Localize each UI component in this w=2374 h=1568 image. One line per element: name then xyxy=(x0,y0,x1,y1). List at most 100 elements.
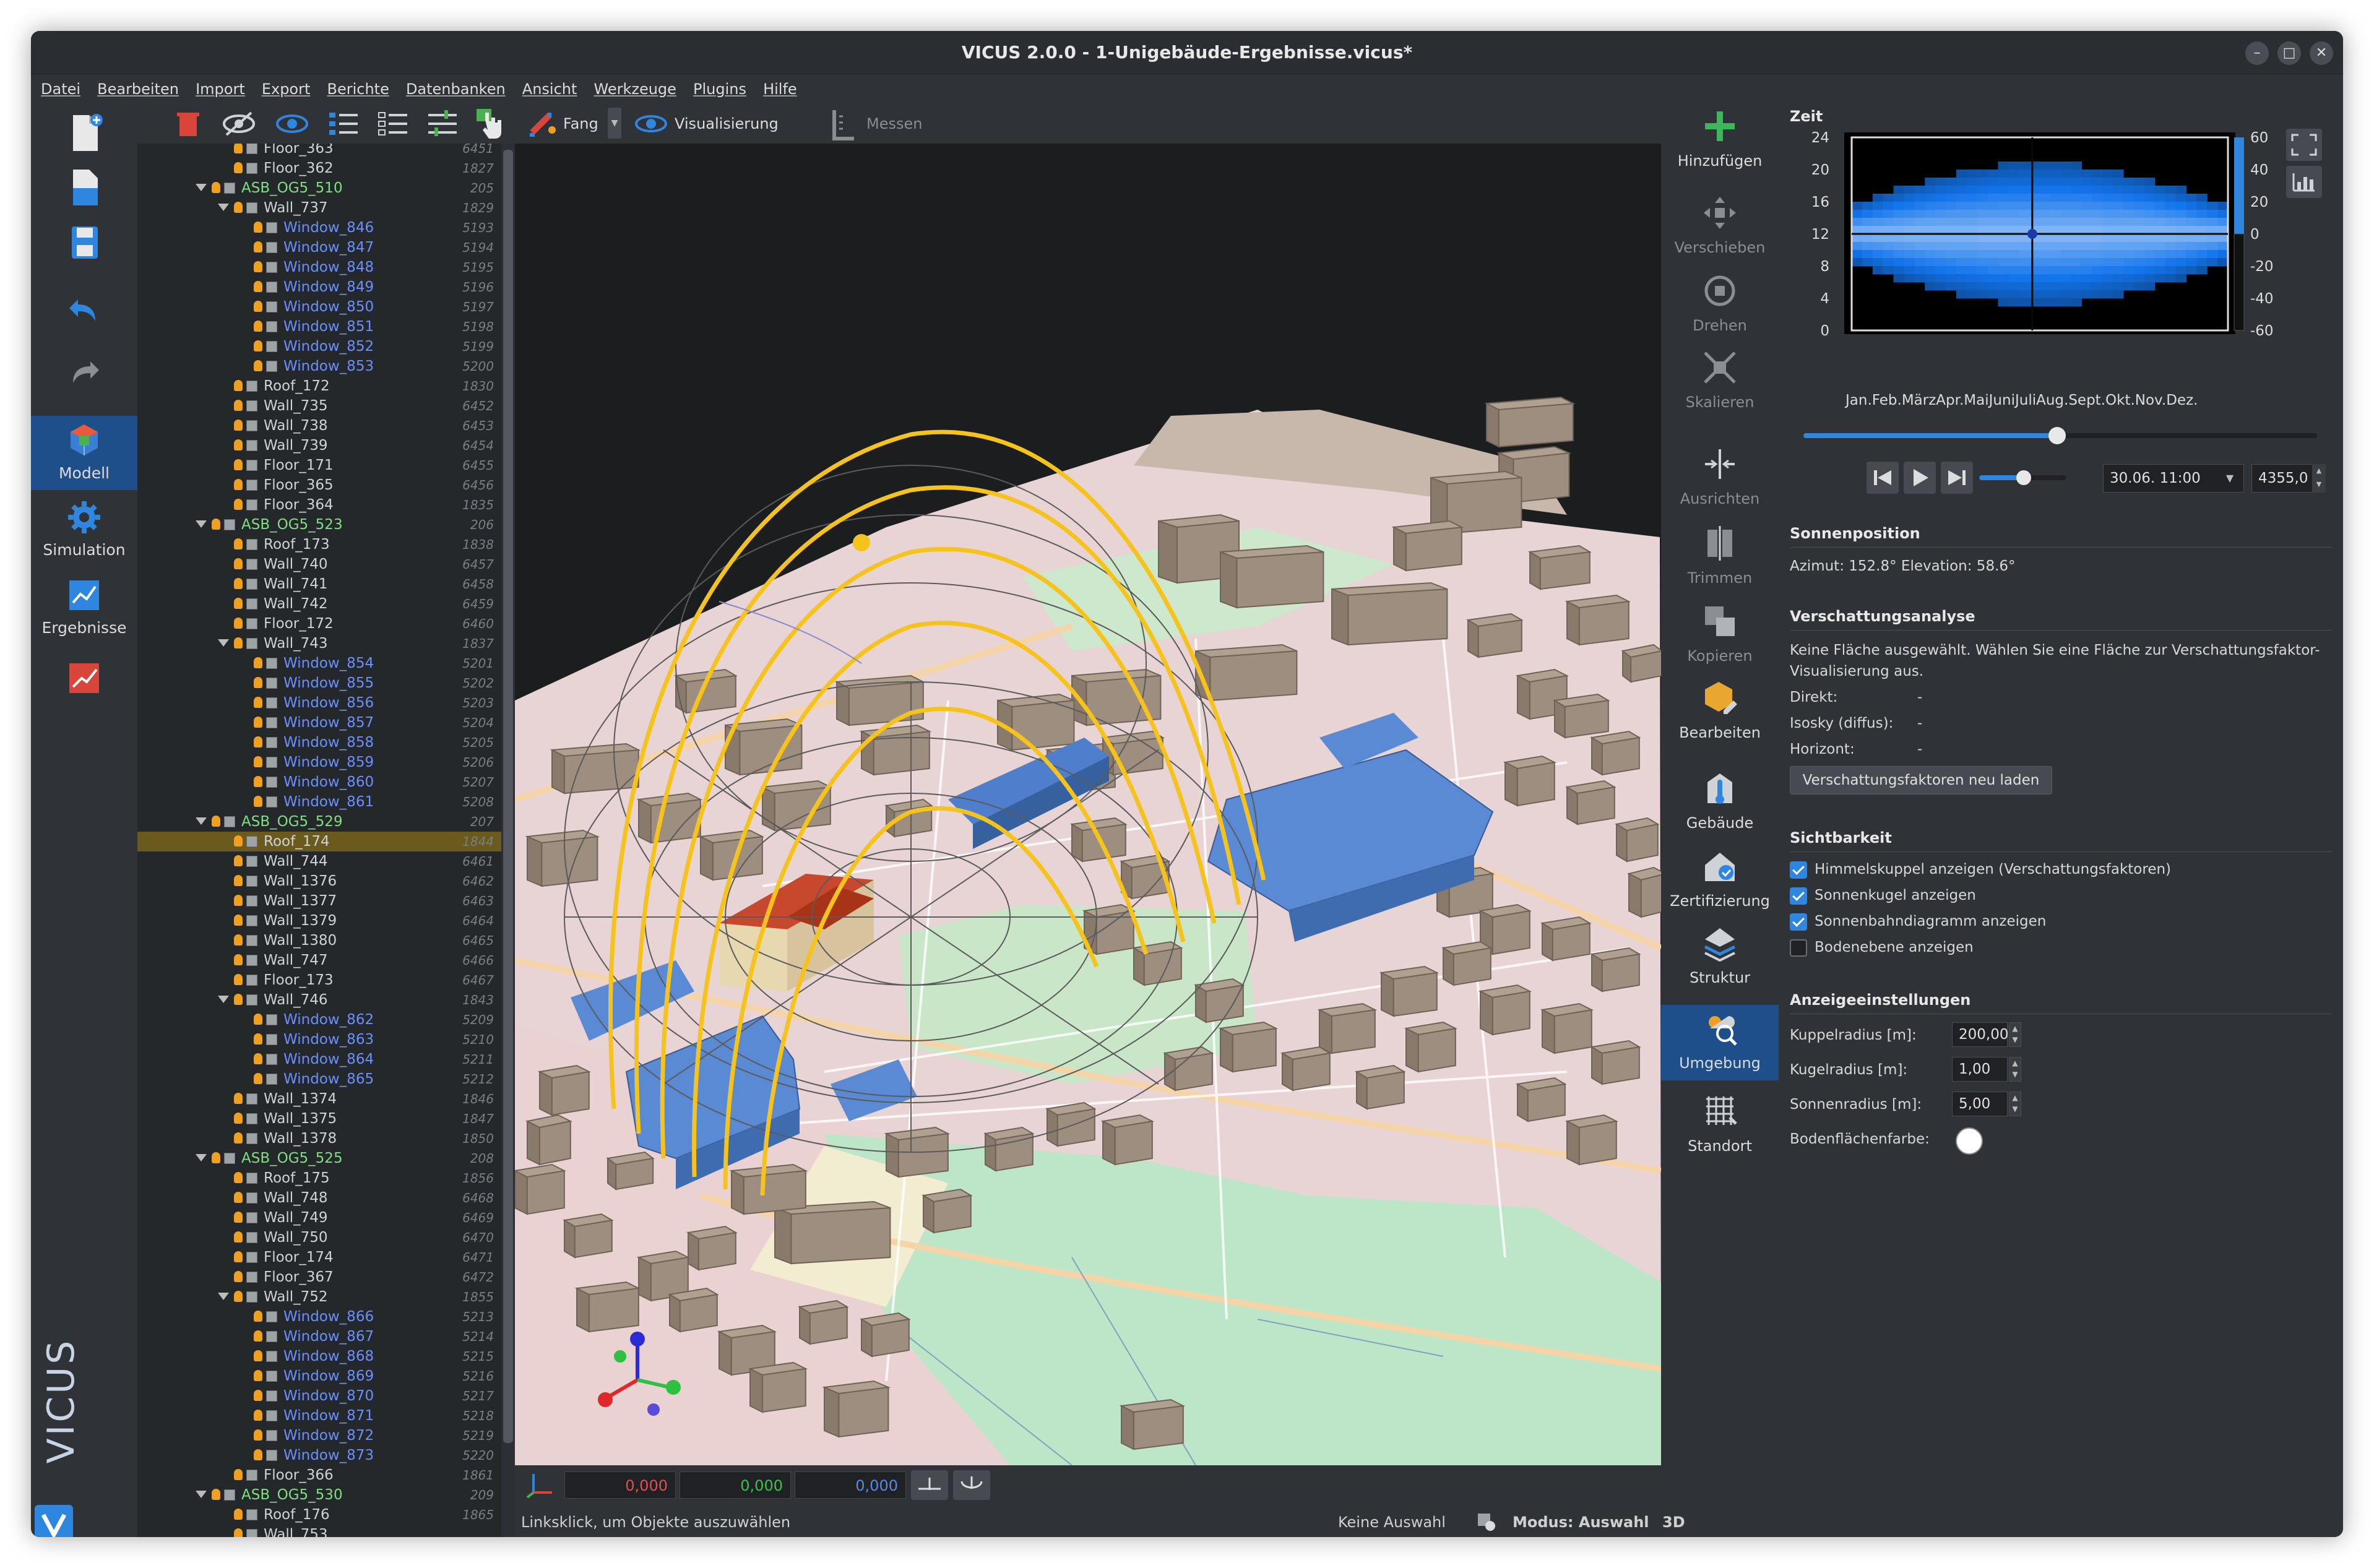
visibility-bulb-icon[interactable] xyxy=(234,162,243,173)
tree-row[interactable]: Wall_1375 1847 xyxy=(137,1109,501,1129)
sphere-radius-input[interactable]: 1,00 xyxy=(1952,1057,2008,1082)
visualisierung-label[interactable]: Visualisierung xyxy=(675,115,779,132)
sun-sphere-checkbox[interactable] xyxy=(1790,887,1807,905)
tree-row[interactable]: Wall_746 1843 xyxy=(137,990,501,1010)
maximize-button[interactable]: □ xyxy=(2277,41,2301,65)
visibility-bulb-icon[interactable] xyxy=(254,1429,262,1441)
visibility-bulb-icon[interactable] xyxy=(234,1291,243,1302)
visibility-bulb-icon[interactable] xyxy=(254,1053,262,1064)
tree-row[interactable]: Wall_1380 6465 xyxy=(137,931,501,950)
ergebnisse-button[interactable]: Ergebnisse xyxy=(31,575,137,637)
sun-path-diagram-checkbox[interactable] xyxy=(1790,913,1807,931)
tree-row[interactable]: Wall_748 6468 xyxy=(137,1188,501,1208)
align-tool[interactable]: Ausrichten xyxy=(1661,446,1779,507)
visibility-bulb-icon[interactable] xyxy=(234,915,243,926)
visibility-bulb-icon[interactable] xyxy=(254,241,262,252)
visibility-bulb-icon[interactable] xyxy=(254,360,262,371)
post-processing-button[interactable] xyxy=(31,658,137,702)
visibility-bulb-icon[interactable] xyxy=(234,1192,243,1203)
deselect-list-icon[interactable] xyxy=(376,109,411,139)
tree-row[interactable]: Floor_363 6451 xyxy=(137,144,501,158)
edit-tool[interactable]: Bearbeiten xyxy=(1661,679,1779,741)
visibility-bulb-icon[interactable] xyxy=(212,519,220,530)
scene-tree[interactable]: Floor_363 6451 Floor_362 1827 ASB_OG5_510 205… xyxy=(137,144,501,1537)
trim-tool[interactable]: Trimmen xyxy=(1661,525,1779,587)
tree-row[interactable]: Window_863 5210 xyxy=(137,1030,501,1049)
visibility-bulb-icon[interactable] xyxy=(234,974,243,985)
tree-row[interactable]: Window_870 5217 xyxy=(137,1386,501,1406)
visibility-bulb-icon[interactable] xyxy=(254,776,262,787)
visibility-bulb-icon[interactable] xyxy=(234,875,243,886)
visibility-bulb-icon[interactable] xyxy=(254,697,262,708)
sun-radius-spinner[interactable]: ▲ ▼ xyxy=(2009,1092,2021,1116)
visibility-bulb-icon[interactable] xyxy=(234,558,243,569)
expand-arrow-icon[interactable] xyxy=(196,817,207,825)
tree-row[interactable]: Window_848 5195 xyxy=(137,257,501,277)
undo-button[interactable] xyxy=(31,288,137,332)
tree-row[interactable]: Wall_741 6458 xyxy=(137,574,501,594)
visibility-bulb-icon[interactable] xyxy=(254,1311,262,1322)
snap-magnet-icon[interactable] xyxy=(526,109,561,139)
tree-row[interactable]: Floor_365 6456 xyxy=(137,475,501,495)
hide-eye-icon[interactable] xyxy=(222,110,256,137)
tree-scrollbar[interactable] xyxy=(501,144,515,1537)
menu-berichte[interactable]: Berichte xyxy=(327,74,389,98)
messen-label[interactable]: Messen xyxy=(866,115,922,132)
tree-row[interactable]: Floor_172 6460 xyxy=(137,614,501,634)
visibility-bulb-icon[interactable] xyxy=(254,1033,262,1045)
close-button[interactable]: ✕ xyxy=(2310,41,2333,65)
coord-z-field[interactable]: 0,000 xyxy=(795,1471,906,1499)
skip-back-button[interactable] xyxy=(1867,462,1899,494)
visibility-bulb-icon[interactable] xyxy=(254,1410,262,1421)
visibility-bulb-icon[interactable] xyxy=(234,637,243,648)
fang-dropdown[interactable]: ▼ xyxy=(608,108,621,139)
visibility-bulb-icon[interactable] xyxy=(254,756,262,767)
speed-slider[interactable] xyxy=(1979,470,2066,485)
visibility-bulb-icon[interactable] xyxy=(254,261,262,272)
ruler-icon[interactable] xyxy=(829,108,857,141)
tree-row[interactable]: Window_855 5202 xyxy=(137,673,501,693)
tree-row[interactable]: Wall_753 xyxy=(137,1525,501,1537)
tree-row[interactable]: Wall_747 6466 xyxy=(137,950,501,970)
sun-radius-input[interactable]: 5,00 xyxy=(1952,1092,2008,1116)
simulation-button[interactable]: Simulation xyxy=(31,498,137,559)
visibility-bulb-icon[interactable] xyxy=(212,1489,220,1500)
select-all-list-icon[interactable] xyxy=(327,109,361,139)
tree-row[interactable]: ASB_OG5_523 206 xyxy=(137,515,501,535)
tree-row[interactable]: Floor_367 6472 xyxy=(137,1267,501,1287)
menu-bearbeiten[interactable]: Bearbeiten xyxy=(97,74,179,98)
visibility-bulb-icon[interactable] xyxy=(234,598,243,609)
menu-ansicht[interactable]: Ansicht xyxy=(522,74,577,98)
visibility-bulb-icon[interactable] xyxy=(234,459,243,470)
visibility-bulb-icon[interactable] xyxy=(234,835,243,846)
tree-row[interactable]: Window_851 5198 xyxy=(137,317,501,337)
scale-tool[interactable]: Skalieren xyxy=(1661,349,1779,411)
menu-hilfe[interactable]: Hilfe xyxy=(763,74,797,98)
heatmap-fullscreen-button[interactable] xyxy=(2286,129,2322,161)
visibility-bulb-icon[interactable] xyxy=(254,222,262,233)
visibility-bulb-icon[interactable] xyxy=(234,202,243,213)
new-file-button[interactable] xyxy=(31,111,137,158)
tree-row[interactable]: Window_861 5208 xyxy=(137,792,501,812)
visibility-bulb-icon[interactable] xyxy=(234,1212,243,1223)
tree-row[interactable]: Wall_1377 6463 xyxy=(137,891,501,911)
tree-row[interactable]: Window_852 5199 xyxy=(137,337,501,356)
tree-row[interactable]: Wall_752 1855 xyxy=(137,1287,501,1307)
tree-row[interactable]: Wall_749 6469 xyxy=(137,1208,501,1228)
location-tool[interactable]: Standort xyxy=(1661,1093,1779,1155)
3d-viewport[interactable] xyxy=(515,144,1661,1465)
skip-forward-button[interactable] xyxy=(1941,462,1973,494)
building-tool[interactable]: Gebäude xyxy=(1661,770,1779,832)
tree-row[interactable]: Window_862 5209 xyxy=(137,1010,501,1030)
visibility-bulb-icon[interactable] xyxy=(234,1509,243,1520)
tree-row[interactable]: Wall_735 6452 xyxy=(137,396,501,416)
structure-tool[interactable]: Struktur xyxy=(1661,924,1779,986)
tree-row[interactable]: Wall_740 6457 xyxy=(137,554,501,574)
ground-plane-checkbox[interactable] xyxy=(1790,939,1807,957)
selection-filter-icon[interactable] xyxy=(1475,1511,1496,1532)
visibility-bulb-icon[interactable] xyxy=(254,657,262,668)
pick-hand-icon[interactable] xyxy=(474,108,504,140)
tree-row[interactable]: Wall_1376 6462 xyxy=(137,871,501,891)
minimize-button[interactable]: – xyxy=(2245,41,2269,65)
menu-datei[interactable]: Datei xyxy=(41,74,80,98)
